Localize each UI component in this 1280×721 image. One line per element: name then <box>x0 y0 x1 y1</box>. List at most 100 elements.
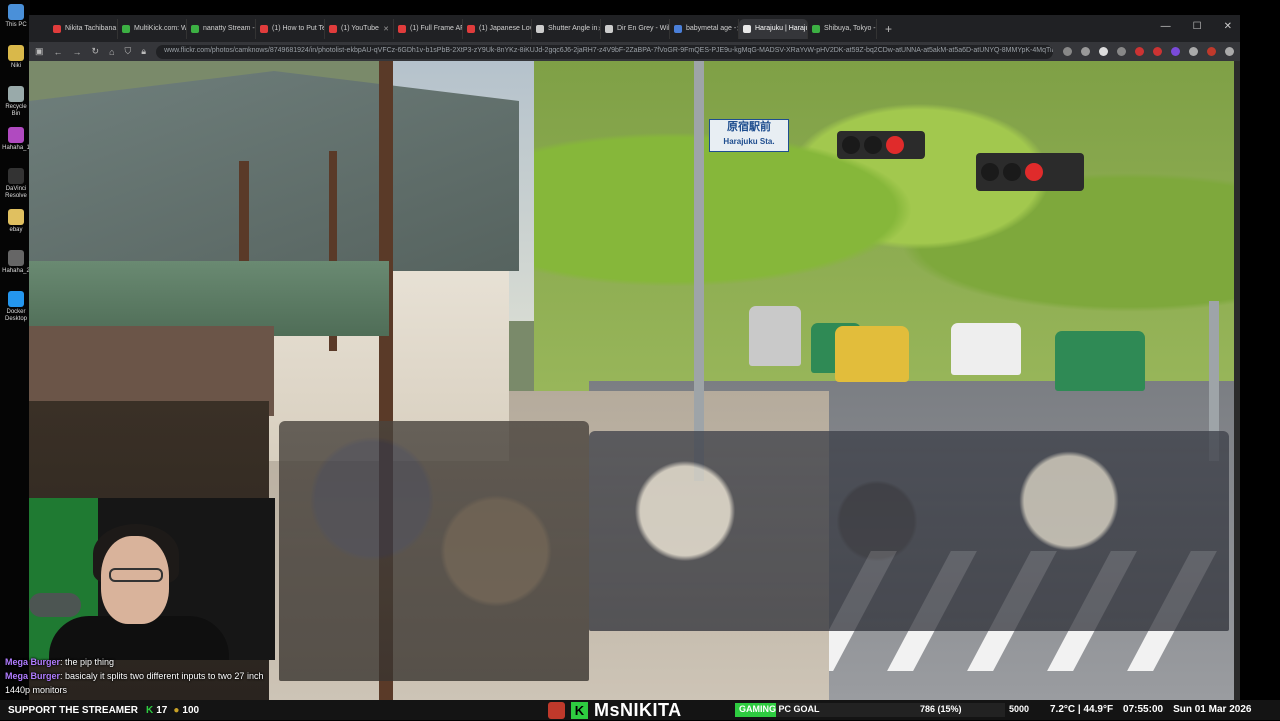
shield-icon[interactable]: ⛉ <box>125 46 132 57</box>
back-icon[interactable]: ← <box>54 47 63 57</box>
desktop-icon[interactable]: Niki <box>2 45 30 70</box>
tab-label: Shutter Angle in <box>548 25 598 32</box>
browser-tab[interactable]: Harajuku | Haraju✕ <box>739 18 808 39</box>
browser-tab[interactable]: (1) Full Frame AF✕ <box>394 18 463 39</box>
app-icon <box>8 127 24 143</box>
bookmark-star-icon[interactable] <box>1081 47 1090 56</box>
desktop-icon[interactable]: DaVinci Resolve <box>2 168 30 200</box>
webcam-overlay <box>29 498 275 660</box>
browser-tab[interactable]: babymetal age -✕ <box>670 18 739 39</box>
favicon-icon <box>536 24 544 33</box>
extension-icon[interactable] <box>1099 47 1108 56</box>
tab-label: (1) Full Frame AF <box>410 25 463 32</box>
browser-tab[interactable]: (1) How to Put Te✕ <box>256 18 325 39</box>
tab-label: Harajuku | Haraju <box>755 25 808 32</box>
tab-label: Nikita Tachibana | <box>65 25 118 32</box>
goal-target: 5000 <box>1009 704 1030 714</box>
browser-toolbar: ▣ ← → ↻ ⌂ ⛉ 🔒︎ www.flickr.com/photos/cam… <box>29 42 1240 61</box>
browser-tab[interactable]: Nikita Tachibana |✕ <box>49 18 118 39</box>
taxi <box>835 326 909 382</box>
clock-time: 07:55:00 <box>1123 704 1164 715</box>
streamer-brand: K MsNIKITA <box>548 700 682 720</box>
browser-tab[interactable]: Shutter Angle in✕ <box>532 18 601 39</box>
browser-tab[interactable]: Shibuya, Tokyo -✕ <box>808 18 877 39</box>
browser-tab[interactable]: (1) Japanese Love✕ <box>463 18 532 39</box>
puzzle-icon[interactable] <box>1189 47 1198 56</box>
photo-viewport[interactable]: 原宿駅前 Harajuku Sta. <box>29 61 1234 700</box>
maximize-button[interactable]: ☐ <box>1193 21 1202 32</box>
extension-icon[interactable] <box>1117 47 1126 56</box>
coin-icon: ● <box>173 704 180 716</box>
browser-tab[interactable]: MultiKick.com: W✕ <box>118 18 187 39</box>
menu-icon[interactable] <box>1225 47 1234 56</box>
address-bar[interactable]: www.flickr.com/photos/camknows/874968192… <box>156 44 1053 59</box>
favicon-icon <box>743 24 751 33</box>
close-window-button[interactable]: ✕ <box>1224 21 1232 32</box>
car <box>1055 331 1145 391</box>
reader-icon[interactable] <box>1063 47 1072 56</box>
favicon-icon <box>674 24 682 33</box>
extension-icon[interactable] <box>1153 47 1162 56</box>
chat-text: 1440p monitors <box>5 685 68 695</box>
desktop-icon[interactable]: Hahaha_1 <box>2 127 30 152</box>
tab-label: (1) Japanese Love <box>479 25 532 32</box>
app-icon <box>8 86 24 102</box>
app-icon <box>8 250 24 266</box>
kick-logo-icon: K <box>571 701 588 719</box>
app-icon <box>8 4 24 20</box>
temperature: 7.2°C | 44.9°F <box>1050 704 1114 715</box>
clock-date: Sun 01 Mar 2026 <box>1173 704 1252 715</box>
car <box>951 323 1021 375</box>
extension-icon[interactable] <box>1135 47 1144 56</box>
browser-tab[interactable]: (1) YouTube ✕ <box>325 18 394 39</box>
desktop-icon[interactable]: Docker Desktop <box>2 291 30 323</box>
browser-tab[interactable]: nanatty Stream -✕ <box>187 18 256 39</box>
window-controls: — ☐ ✕ <box>1161 21 1232 32</box>
favicon-icon <box>398 24 406 33</box>
sidebar-icon[interactable]: ▣ <box>35 46 44 57</box>
chat-overlay: Mega Burger: the pip thing Mega Burger: … <box>5 655 325 697</box>
station-sign-kanji: 原宿駅前 <box>727 121 771 133</box>
reload-icon[interactable]: ↻ <box>92 46 100 57</box>
kick-icon: K <box>146 704 154 716</box>
browser-window: Nikita Tachibana |✕MultiKick.com: W✕nana… <box>29 15 1240 700</box>
microphone-icon <box>29 593 81 617</box>
desktop-icon-label: Hahaha_2 <box>2 268 30 274</box>
lock-icon: 🔒︎ <box>141 46 147 56</box>
forward-icon[interactable]: → <box>73 47 82 57</box>
favicon-icon <box>53 24 61 33</box>
browser-tab[interactable]: Dir En Grey - Wiki✕ <box>601 18 670 39</box>
profile-avatar[interactable] <box>1207 47 1216 56</box>
close-tab-icon[interactable]: ✕ <box>383 25 389 33</box>
favicon-icon <box>260 24 268 33</box>
station-sign: 原宿駅前 Harajuku Sta. <box>709 119 789 152</box>
station-sign-english: Harajuku Sta. <box>723 137 775 146</box>
kick-count: 17 <box>156 704 168 716</box>
app-icon <box>8 168 24 184</box>
desktop-icon[interactable]: Hahaha_2 <box>2 250 30 275</box>
tab-label: Shibuya, Tokyo - <box>824 25 876 32</box>
desktop-icon[interactable]: ebay <box>2 209 30 234</box>
minimize-button[interactable]: — <box>1161 21 1171 32</box>
new-tab-button[interactable]: + <box>885 22 892 36</box>
favicon-icon <box>122 24 130 33</box>
green-canopy <box>29 261 389 336</box>
streamer-name: MsNIKITA <box>594 699 682 720</box>
tab-bar: Nikita Tachibana |✕MultiKick.com: W✕nana… <box>29 15 1240 42</box>
close-tab-icon[interactable]: ✕ <box>876 25 877 33</box>
app-icon <box>8 209 24 225</box>
desktop-icon[interactable]: This PC <box>2 4 30 29</box>
desktop-icon[interactable]: Recycle Bin <box>2 86 30 118</box>
stream-bottom-bar: SUPPORT THE STREAMER K 17 ● 100 K MsNIKI… <box>0 700 1280 720</box>
traffic-light <box>837 131 925 159</box>
favicon-icon <box>812 24 820 33</box>
chat-username: Mega Burger <box>5 671 61 681</box>
glasses-icon <box>109 568 163 582</box>
goal-progress-bar: GAMING PC GOAL 786 (15%) 5000 <box>735 703 1029 717</box>
extension-icon[interactable] <box>1171 47 1180 56</box>
scrollbar[interactable] <box>1234 61 1240 700</box>
app-icon <box>8 291 24 307</box>
tab-label: babymetal age - <box>686 25 737 32</box>
home-icon[interactable]: ⌂ <box>109 47 114 57</box>
desktop-icon-label: This PC <box>5 22 27 28</box>
